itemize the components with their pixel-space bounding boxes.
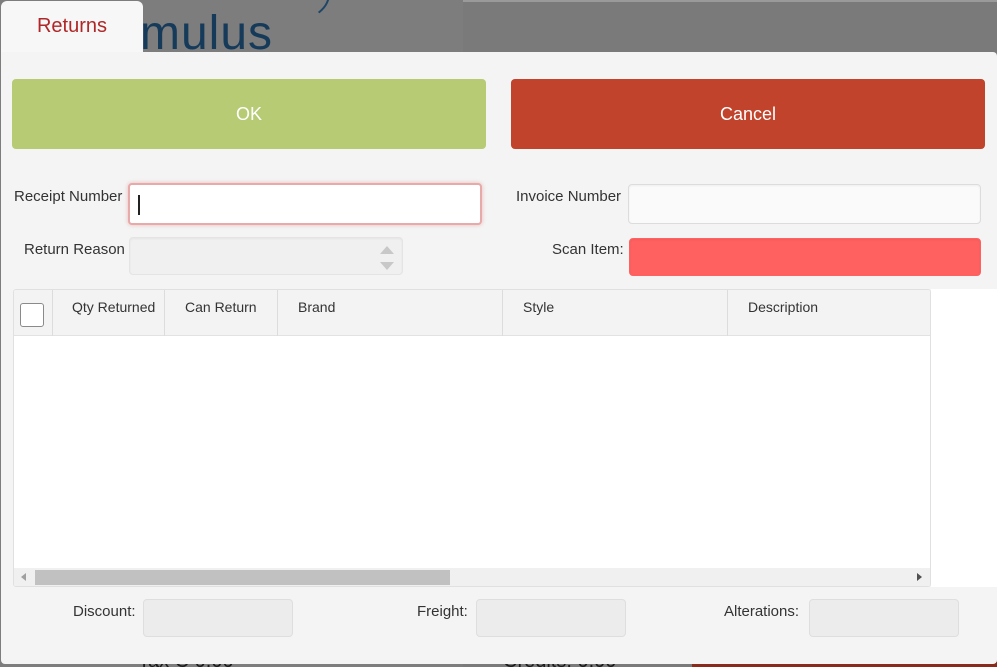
- column-header-brand[interactable]: Brand: [278, 290, 503, 336]
- return-reason-select[interactable]: [129, 237, 403, 275]
- returns-grid: Qty Returned Can Return Brand Style Desc…: [13, 289, 931, 587]
- alterations-field[interactable]: [809, 599, 959, 637]
- column-header-style[interactable]: Style: [503, 290, 728, 336]
- scrollbar-thumb[interactable]: [35, 570, 450, 585]
- invoice-number-label: Invoice Number: [516, 188, 622, 205]
- alterations-label: Alterations:: [724, 603, 800, 620]
- logo-trademark: ™: [273, 0, 282, 4]
- select-all-column: [14, 290, 53, 336]
- select-all-checkbox[interactable]: [20, 303, 44, 327]
- spinner-down-icon[interactable]: [380, 262, 394, 270]
- invoice-number-input[interactable]: [629, 185, 980, 223]
- spinner-up-icon[interactable]: [380, 246, 394, 254]
- column-header-qty-returned[interactable]: Qty Returned: [53, 290, 165, 336]
- return-reason-label: Return Reason: [24, 241, 125, 258]
- column-header-description[interactable]: Description: [728, 290, 930, 336]
- freight-field[interactable]: [476, 599, 626, 637]
- returns-tab[interactable]: Returns: [1, 1, 143, 53]
- receipt-number-label: Receipt Number: [14, 188, 123, 205]
- background-logo: mulus™: [140, 0, 282, 58]
- returns-dialog: OK Cancel Receipt Number Invoice Number …: [1, 52, 997, 664]
- grid-right-padding: [931, 289, 997, 587]
- cancel-button[interactable]: Cancel: [511, 79, 985, 149]
- background-top-line: [463, 0, 997, 2]
- receipt-number-input[interactable]: [130, 185, 480, 223]
- receipt-number-field[interactable]: [128, 183, 482, 225]
- scroll-left-icon[interactable]: [21, 573, 26, 581]
- horizontal-scrollbar[interactable]: [14, 568, 930, 586]
- discount-field[interactable]: [143, 599, 293, 637]
- spinner-icon[interactable]: [380, 246, 394, 270]
- grid-header: Qty Returned Can Return Brand Style Desc…: [14, 290, 930, 336]
- freight-label: Freight:: [417, 603, 468, 620]
- scroll-right-icon[interactable]: [917, 573, 922, 581]
- discount-label: Discount:: [73, 603, 136, 620]
- scan-item-input[interactable]: [630, 239, 980, 275]
- scan-item-label: Scan Item:: [552, 241, 624, 258]
- invoice-number-field[interactable]: [628, 184, 981, 224]
- ok-button[interactable]: OK: [12, 79, 486, 149]
- scan-item-field[interactable]: [629, 238, 981, 276]
- column-header-can-return[interactable]: Can Return: [165, 290, 278, 336]
- text-caret: [138, 195, 140, 215]
